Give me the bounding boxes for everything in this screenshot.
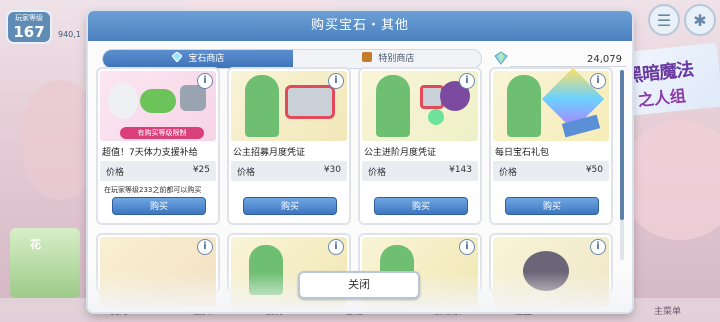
level-label: 玩家等级 <box>15 14 43 22</box>
gem-balance-value: 24,079 <box>587 54 622 65</box>
price-label: 价格 <box>368 168 387 178</box>
product-name: 每日宝石礼包 <box>495 148 550 158</box>
product-card[interactable]: i 每日宝石礼包 价格 ¥50 购买 <box>489 67 613 225</box>
price-row: 价格 ¥30 <box>231 161 347 181</box>
product-name: 公主招募月度凭证 <box>233 148 306 158</box>
gem-icon <box>494 51 508 65</box>
price-value: ¥50 <box>585 165 603 175</box>
price-row: 价格 ¥25 <box>100 161 216 181</box>
menu-icon[interactable]: ☰ <box>648 4 680 36</box>
price-row: 价格 ¥143 <box>362 161 478 181</box>
buy-button[interactable]: 购买 <box>112 197 206 215</box>
gem-icon <box>171 52 182 62</box>
tab-special-shop[interactable]: 特别商店 <box>293 50 481 68</box>
info-icon[interactable]: i <box>197 239 213 255</box>
info-icon[interactable]: i <box>328 73 344 89</box>
buy-button[interactable]: 购买 <box>505 197 599 215</box>
purchase-note: 在玩家等级233之前都可以购买 <box>104 186 202 194</box>
settings-icon[interactable]: ✱ <box>684 4 716 36</box>
purchase-limit-tag: 有购买等级限制 <box>120 127 204 139</box>
purchase-modal: 购买宝石・其他 宝石商店 特别商店 24,079 i 有购买等级限制 超值！7天… <box>88 11 632 312</box>
price-value: ¥25 <box>192 165 210 175</box>
close-button[interactable]: 关闭 <box>298 271 420 299</box>
tab-special-shop-label: 特别商店 <box>378 54 415 64</box>
price-value: ¥30 <box>323 165 341 175</box>
info-icon[interactable]: i <box>459 73 475 89</box>
product-card[interactable]: i 有购买等级限制 超值！7天体力支援补给 价格 ¥25 在玩家等级233之前都… <box>96 67 220 225</box>
level-value: 167 <box>13 23 45 41</box>
banner-art-text-2: 之人组 <box>637 86 687 110</box>
buy-button[interactable]: 购买 <box>243 197 337 215</box>
player-level-badge[interactable]: 玩家等级 167 <box>6 10 52 44</box>
shop-tabs: 宝石商店 特别商店 <box>102 49 482 69</box>
resource-value: 940,1 <box>58 30 81 39</box>
info-icon[interactable]: i <box>459 239 475 255</box>
info-icon[interactable]: i <box>197 73 213 89</box>
info-icon[interactable]: i <box>590 73 606 89</box>
character-portrait[interactable]: 花 <box>10 228 80 298</box>
tab-gem-shop[interactable]: 宝石商店 <box>103 50 293 68</box>
product-name: 超值！7天体力支援补给 <box>102 148 198 158</box>
price-row: 价格 ¥50 <box>493 161 609 181</box>
nav-item-6[interactable]: 主菜单 <box>654 304 681 317</box>
scrollbar[interactable] <box>620 70 624 260</box>
gem-balance: 24,079 <box>494 47 626 69</box>
info-icon[interactable]: i <box>328 239 344 255</box>
tab-gem-shop-label: 宝石商店 <box>188 54 225 64</box>
scrollbar-thumb[interactable] <box>620 70 624 220</box>
price-label: 价格 <box>499 168 518 178</box>
product-card[interactable]: i 公主进阶月度凭证 价格 ¥143 购买 <box>358 67 482 225</box>
modal-title: 购买宝石・其他 <box>88 11 632 41</box>
product-grid: i 有购买等级限制 超值！7天体力支援补给 价格 ¥25 在玩家等级233之前都… <box>92 67 622 307</box>
product-name: 公主进阶月度凭证 <box>364 148 437 158</box>
price-value: ¥143 <box>449 165 472 175</box>
product-card[interactable]: i 公主招募月度凭证 价格 ¥30 购买 <box>227 67 351 225</box>
character-art: 花 <box>30 238 41 251</box>
price-label: 价格 <box>106 168 125 178</box>
bag-icon <box>361 52 372 62</box>
buy-button[interactable]: 购买 <box>374 197 468 215</box>
price-label: 价格 <box>237 168 256 178</box>
info-icon[interactable]: i <box>590 239 606 255</box>
